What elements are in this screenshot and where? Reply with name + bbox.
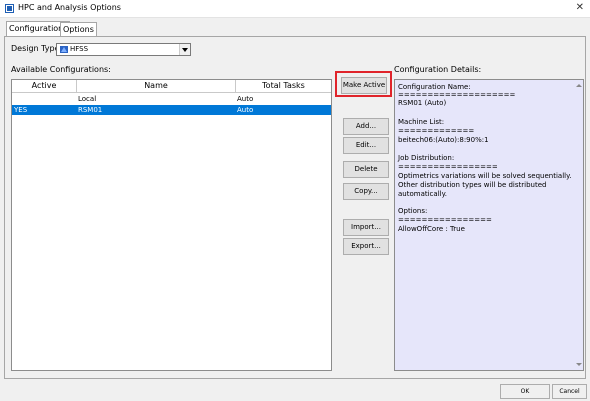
chevron-down-icon[interactable] [179,44,190,55]
details-line: beitech06:(Auto):8:90%:1 [398,136,489,144]
hfss-icon [60,46,68,53]
details-line: ================= [398,163,498,171]
cell-tasks: Auto [237,106,254,114]
cell-tasks: Auto [237,95,254,103]
design-type-select[interactable]: HFSS [56,43,191,56]
delete-button[interactable]: Delete [343,161,389,178]
details-line: automatically. [398,190,447,198]
column-header-active[interactable]: Active [12,80,77,92]
details-line: AllowOffCore : True [398,225,465,233]
details-line: ============= [398,127,475,135]
details-scrollbar[interactable] [573,80,583,370]
export-button[interactable]: Export... [343,238,389,255]
table-header: Active Name Total Tasks [12,80,331,93]
configuration-details-panel: Configuration Name: ====================… [394,79,584,371]
title-bar: HPC and Analysis Options ✕ [0,0,590,18]
cell-name: Local [78,95,97,103]
available-configurations-label: Available Configurations: [11,65,111,74]
design-type-label: Design Type: [11,44,63,53]
ok-button[interactable]: OK [500,384,550,399]
details-line: RSM01 (Auto) [398,99,447,107]
details-line: Other distribution types will be distrib… [398,181,547,189]
app-icon [5,4,14,13]
table-row[interactable]: Local Auto [12,94,331,104]
details-line: ==================== [398,91,516,99]
add-button[interactable]: Add... [343,118,389,135]
cell-name: RSM01 [78,106,103,114]
scroll-up-icon[interactable] [576,84,582,87]
details-line: Configuration Name: [398,83,471,91]
window-title: HPC and Analysis Options [18,3,121,12]
cancel-button[interactable]: Cancel [552,384,587,399]
details-line: Machine List: [398,118,445,126]
details-line: ================ [398,216,492,224]
highlight-box [335,71,392,97]
tab-options[interactable]: Options [60,22,97,37]
scroll-down-icon[interactable] [576,363,582,366]
import-button[interactable]: Import... [343,219,389,236]
details-line: Options: [398,207,428,215]
configurations-table[interactable]: Active Name Total Tasks Local Auto YES R… [11,79,332,371]
design-type-value: HFSS [70,45,89,53]
table-row[interactable]: YES RSM01 Auto [12,105,331,115]
configuration-details-label: Configuration Details: [394,65,482,74]
edit-button[interactable]: Edit... [343,137,389,154]
cell-active: YES [14,106,28,114]
copy-button[interactable]: Copy... [343,183,389,200]
details-line: Job Distribution: [398,154,455,162]
close-icon[interactable]: ✕ [576,2,584,13]
column-header-name[interactable]: Name [77,80,236,92]
details-line: Optimetrics variations will be solved se… [398,172,572,180]
column-header-total-tasks[interactable]: Total Tasks [236,80,331,92]
